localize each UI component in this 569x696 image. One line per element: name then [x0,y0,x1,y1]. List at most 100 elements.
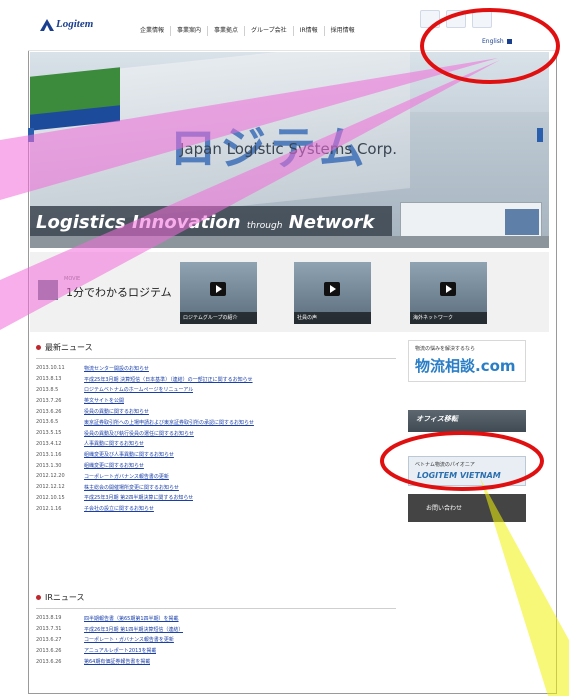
ir-row: 2013.8.19 四半期報告書（第65期第1四半期）を掲載 [36,613,396,624]
contact-banner-text: お問い合わせ [426,505,463,512]
arrow-icon [506,39,512,44]
vietnam-banner[interactable]: ベトナム物流のパイオニア LOGITEM VIETNAM [408,456,526,486]
news-row: 2013.5.15 役員の異動及び執行役員の選任に関するお知らせ [36,428,396,439]
news-link[interactable]: 役員の異動及び執行役員の選任に関するお知らせ [84,430,194,437]
ir-news: IRニュース 2013.8.19 四半期報告書（第65期第1四半期）を掲載 201… [36,590,396,667]
video-title: 1分でわかるロジテム [66,286,172,299]
hero-prev-button[interactable] [28,128,34,142]
hero-truck [400,202,542,238]
divider [36,358,396,359]
nav-item-ir[interactable]: IR情報 [292,26,324,36]
hero-banner[interactable]: ロジテム Japan Logistic Systems Corp. Logist… [30,52,549,248]
contact-banner[interactable]: お問い合わせ [408,494,526,522]
ir-row: 2013.6.27 コーポレート・ガバナンス報告書を更新 [36,635,396,646]
news-row: 2012.12.12 株主総会の開催場所変更に関するお知らせ [36,482,396,493]
news-link[interactable]: 組織変更に関するお知らせ [84,462,144,469]
consult-banner[interactable]: 物流の悩みを解決するなら 物流相談.com [408,340,526,382]
news-date: 2013.4.12 [36,440,62,447]
nav-item-recruit[interactable]: 採用情報 [323,26,361,36]
movie-icon [38,280,58,300]
office-banner[interactable]: オフィス移転 [408,410,526,432]
news-date: 2012.1.16 [36,505,62,512]
news-link[interactable]: 役員の異動に関するお知らせ [84,408,149,415]
news-date: 2013.7.26 [36,397,62,404]
news-link[interactable]: 物流センター開設のお知らせ [84,365,149,372]
news-heading: 最新ニュース [36,340,396,356]
news-link[interactable]: 英文サイトを公開 [84,397,124,404]
news-link[interactable]: コーポレートガバナンス報告書の更新 [84,473,169,480]
news-date: 2012.12.20 [36,473,65,480]
news-date: 2013.10.11 [36,365,65,372]
news-link[interactable]: 平成25年3月期 決算短信（日本基準）（連結）の一部訂正に関するお知らせ [84,376,253,383]
ir-link[interactable]: 平成26年3月期 第1四半期決算短信（連結） [84,626,183,633]
logo-mark-icon [40,19,54,31]
contact-icon[interactable] [446,10,466,28]
news-row: 2012.10.15 平成25年3月期 第2四半期決算に関するお知らせ [36,493,396,504]
consult-big-text: 物流相談.com [415,357,516,375]
video-thumb-3[interactable]: 海外ネットワーク [410,262,487,324]
ir-row: 2013.6.26 アニュアルレポート2013を掲載 [36,645,396,656]
utility-links [420,10,492,28]
news-link[interactable]: 平成25年3月期 第2四半期決算に関するお知らせ [84,494,193,501]
hero-next-button[interactable] [537,128,543,142]
news-date: 2012.10.15 [36,494,65,501]
news-row: 2012.1.16 子会社の設立に関するお知らせ [36,503,396,514]
ir-link[interactable]: 四半期報告書（第65期第1四半期）を掲載 [84,615,179,622]
search-icon[interactable] [472,10,492,28]
video-caption: 社員の声 [294,312,371,324]
news-row: 2013.6.26 役員の異動に関するお知らせ [36,406,396,417]
news-date: 2012.12.12 [36,484,65,491]
news-date: 2013.1.30 [36,462,62,469]
news-link[interactable]: 組織変更及び人事異動に関するお知らせ [84,451,174,458]
news-date: 2013.1.16 [36,451,62,458]
divider [36,608,396,609]
ir-heading-text: IRニュース [45,593,85,602]
news-link[interactable]: ロジテムベトナムのホームページをリニューアル [84,386,193,393]
play-icon [324,282,340,296]
video-caption: ロジテムグループの紹介 [180,312,257,324]
nav-item-group[interactable]: グループ会社 [244,26,293,36]
consult-small-text: 物流の悩みを解決するなら [415,346,476,352]
news-date: 2013.5.15 [36,430,62,437]
play-icon [440,282,456,296]
news-row: 2013.4.12 人事異動に関するお知らせ [36,439,396,450]
ir-date: 2013.7.31 [36,626,62,633]
hero-corp-text: Japan Logistic Systems Corp. [180,140,398,158]
play-icon [210,282,226,296]
news-link[interactable]: 株主総会の開催場所変更に関するお知らせ [84,484,179,491]
news-heading-text: 最新ニュース [45,343,93,352]
news-link[interactable]: 子会社の設立に関するお知らせ [84,505,154,512]
latest-news: 最新ニュース 2013.10.11 物流センター開設のお知らせ 2013.8.13… [36,340,396,514]
news-row: 2013.1.30 組織変更に関するお知らせ [36,460,396,471]
news-date: 2013.8.5 [36,386,59,393]
nav-item-company[interactable]: 企業情報 [134,26,170,36]
ir-link[interactable]: コーポレート・ガバナンス報告書を更新 [84,636,174,643]
nav-item-locations[interactable]: 事業拠点 [207,26,244,36]
video-strip: MOVIE 1分でわかるロジテム ロジテムグループの紹介 社員の声 海外ネットワ… [30,252,549,332]
video-small-label: MOVIE [64,276,81,282]
news-row: 2013.6.5 東京証券取引所への上場申請および東京証券取引所の承認に関するお知… [36,417,396,428]
news-link[interactable]: 人事異動に関するお知らせ [84,440,144,447]
ir-date: 2013.6.27 [36,636,62,643]
ir-link[interactable]: アニュアルレポート2013を掲載 [84,647,156,654]
ir-date: 2013.6.26 [36,658,62,665]
tagline-main: Logistics Innovation [36,212,241,233]
nav-item-business[interactable]: 事業案内 [170,26,207,36]
news-link[interactable]: 東京証券取引所への上場申請および東京証券取引所の承認に関するお知らせ [84,419,254,426]
english-link[interactable]: English [482,38,512,45]
bullet-icon [36,595,41,600]
sitemap-icon[interactable] [420,10,440,28]
ir-row: 2013.7.31 平成26年3月期 第1四半期決算短信（連結） [36,624,396,635]
news-row: 2013.8.5 ロジテムベトナムのホームページをリニューアル [36,385,396,396]
video-thumb-2[interactable]: 社員の声 [294,262,371,324]
global-nav: 企業情報 事業案内 事業拠点 グループ会社 IR情報 採用情報 [134,26,361,36]
site-logo[interactable]: Logitem [40,18,126,32]
news-date: 2013.6.26 [36,408,62,415]
news-row: 2013.10.11 物流センター開設のお知らせ [36,363,396,374]
vietnam-small-text: ベトナム物流のパイオニア [415,462,475,468]
hero-ground [30,236,549,248]
news-row: 2013.1.16 組織変更及び人事異動に関するお知らせ [36,449,396,460]
ir-link[interactable]: 第64期有価証券報告書を掲載 [84,658,150,665]
video-thumb-1[interactable]: ロジテムグループの紹介 [180,262,257,324]
tagline-small: through [246,221,283,231]
